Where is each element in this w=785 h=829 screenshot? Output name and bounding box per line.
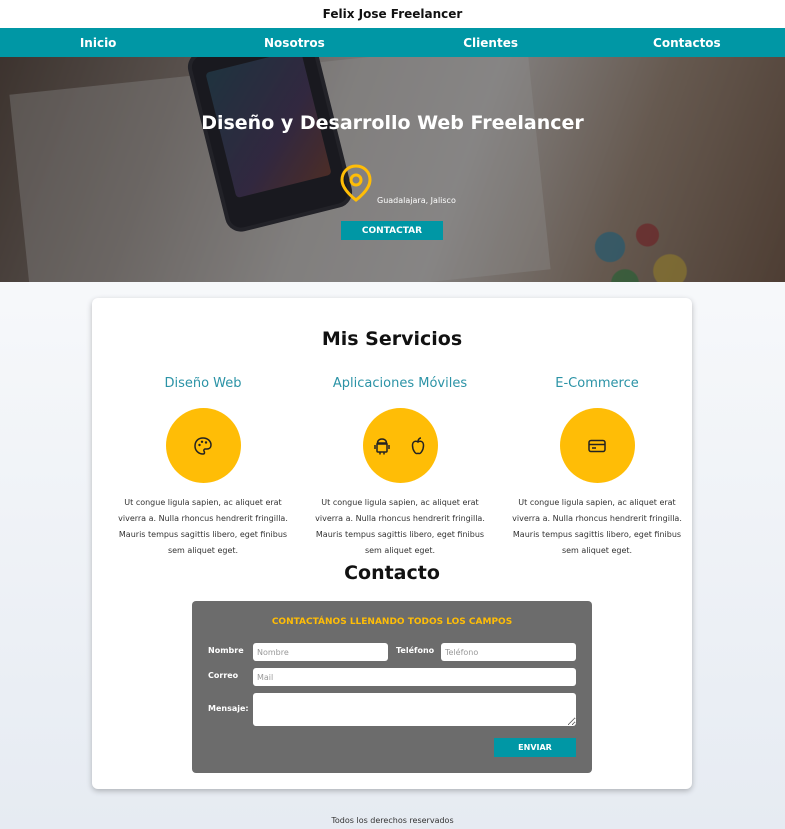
credit-card-icon <box>588 439 606 452</box>
phone-input[interactable] <box>441 643 576 661</box>
nav-item-contactos[interactable]: Contactos <box>589 36 785 50</box>
contact-form: CONTACTÁNOS LLENANDO TODOS LOS CAMPOS No… <box>192 601 592 773</box>
service-diseno-web: Diseño Web Ut congue ligula sapien, ac a… <box>108 376 298 559</box>
nav-item-inicio[interactable]: Inicio <box>0 36 196 50</box>
name-input[interactable] <box>253 643 388 661</box>
hero-content: Diseño y Desarrollo Web Freelancer Guada… <box>0 57 785 282</box>
send-button[interactable]: ENVIAR <box>494 738 576 757</box>
service-icon-circle <box>165 408 241 483</box>
contact-title: Contacto <box>344 562 440 584</box>
message-label: Mensaje: <box>208 704 249 713</box>
nav-item-nosotros[interactable]: Nosotros <box>196 36 392 50</box>
service-title: E-Commerce <box>555 376 639 391</box>
hero-location: Guadalajara, Jalisco <box>377 196 456 205</box>
hero-banner: Diseño y Desarrollo Web Freelancer Guada… <box>0 57 785 282</box>
email-input[interactable] <box>253 668 576 686</box>
services-title: Mis Servicios <box>321 328 463 350</box>
service-aplicaciones-moviles: Aplicaciones Móviles Ut congue ligula sa… <box>305 376 495 559</box>
service-description: Ut congue ligula sapien, ac aliquet erat… <box>315 498 485 555</box>
content-card: Mis Servicios Diseño Web Ut congue ligul… <box>92 298 692 789</box>
service-title: Diseño Web <box>164 376 242 391</box>
service-title: Aplicaciones Móviles <box>332 376 468 391</box>
service-icon-circle <box>362 408 438 483</box>
service-description: Ut congue ligula sapien, ac aliquet erat… <box>512 498 682 555</box>
site-title: Felix Jose Freelancer <box>0 0 785 28</box>
form-heading: CONTACTÁNOS LLENANDO TODOS LOS CAMPOS <box>271 617 513 627</box>
service-e-commerce: E-Commerce Ut congue ligula sapien, ac a… <box>502 376 692 559</box>
main-nav: Inicio Nosotros Clientes Contactos <box>0 28 785 57</box>
nav-item-clientes[interactable]: Clientes <box>393 36 589 50</box>
message-textarea[interactable] <box>253 693 576 726</box>
name-label: Nombre <box>208 646 244 655</box>
palette-icon <box>194 436 212 455</box>
map-pin-icon <box>340 164 372 202</box>
phone-label: Teléfono <box>396 646 435 655</box>
service-icon-circle <box>559 408 635 483</box>
footer-text: Todos los derechos reservados <box>331 816 454 825</box>
service-description: Ut congue ligula sapien, ac aliquet erat… <box>118 498 288 555</box>
contact-button[interactable]: CONTACTAR <box>341 221 443 240</box>
hero-title: Diseño y Desarrollo Web Freelancer <box>201 112 584 134</box>
email-label: Correo <box>208 671 239 680</box>
apple-icon <box>411 436 425 454</box>
android-icon <box>374 437 390 454</box>
